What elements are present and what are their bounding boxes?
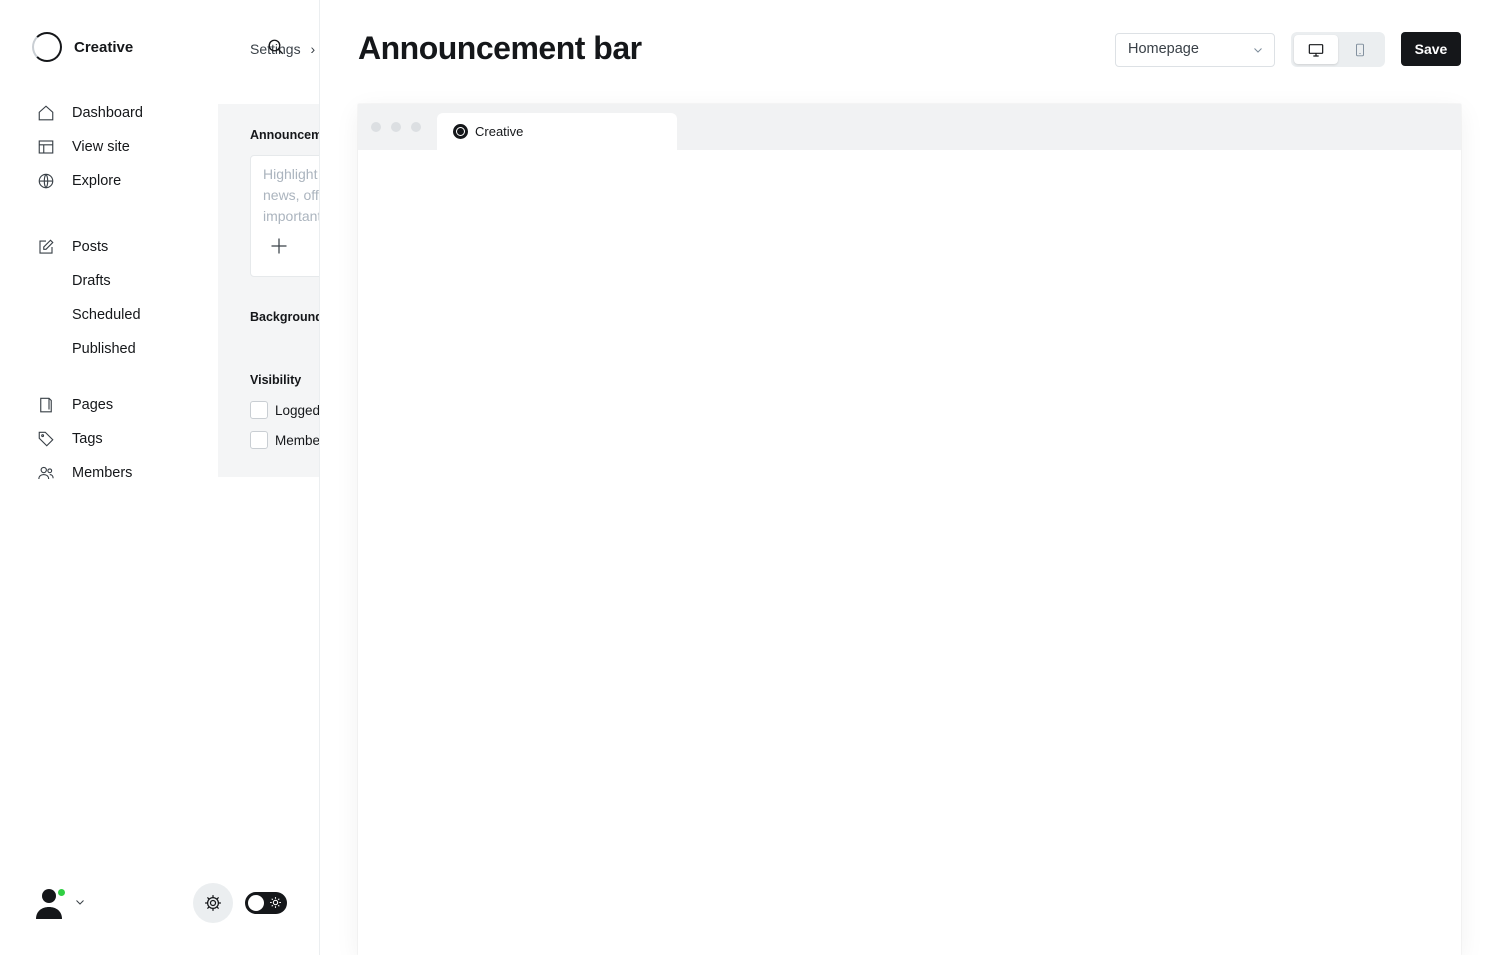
checkbox-label: Logged out visitors [275, 402, 319, 418]
page-icon [36, 395, 56, 415]
toggle-knob [248, 895, 264, 911]
sidebar-item-label: Pages [72, 397, 114, 413]
checkbox[interactable] [250, 431, 268, 449]
window-dot [391, 122, 401, 132]
page-title: Announcement bar [358, 30, 642, 66]
mobile-preview-button[interactable] [1338, 35, 1382, 64]
avatar[interactable] [32, 885, 67, 921]
checkbox-label: Members [275, 432, 319, 448]
settings-panel: Announcement Highlight breaking news, of… [218, 104, 319, 477]
background-label: Background [250, 310, 319, 324]
sidebar-item-label: Dashboard [72, 105, 143, 121]
chevron-down-icon[interactable] [74, 895, 86, 913]
sun-icon [269, 896, 282, 914]
sidebar-item-drafts[interactable]: Drafts [36, 264, 216, 298]
desktop-preview-button[interactable] [1294, 35, 1338, 64]
sidebar-item-members[interactable]: Members [36, 456, 216, 490]
online-status-dot [56, 887, 67, 898]
sidebar-footer [32, 883, 292, 923]
sidebar-item-label: Members [72, 465, 133, 481]
sidebar-item-scheduled[interactable]: Scheduled [36, 298, 216, 332]
preview-tab: Creative [437, 113, 677, 150]
home-icon [36, 103, 56, 123]
announcement-label: Announcement [250, 128, 319, 142]
sidebar-item-label: Posts [72, 239, 109, 255]
sidebar-item-label: Tags [72, 431, 103, 447]
visibility-label: Visibility [250, 373, 302, 387]
chevron-right-icon: › [310, 41, 316, 57]
sidebar-item-label: Drafts [72, 273, 111, 289]
brand-name: Creative [74, 38, 134, 56]
chevron-down-icon [1252, 44, 1264, 60]
sidebar-item-pages[interactable]: Pages [36, 388, 216, 422]
sidebar-item-tags[interactable]: Tags [36, 422, 216, 456]
search-icon[interactable] [267, 38, 285, 56]
visibility-option-logged-out[interactable]: Logged out visitors [250, 401, 319, 419]
brand-logo [32, 32, 62, 62]
sidebar-item-dashboard[interactable]: Dashboard [36, 96, 216, 130]
desktop-icon [1308, 43, 1324, 57]
plus-icon[interactable] [269, 236, 289, 261]
sidebar-nav: Dashboard View site Explore Posts Drafts… [36, 96, 216, 490]
sidebar-item-label: View site [72, 139, 130, 155]
sidebar-item-label: Scheduled [72, 307, 141, 323]
sidebar-item-label: Explore [72, 173, 122, 189]
nav-gap [36, 366, 216, 388]
layout-icon [36, 137, 56, 157]
members-icon [36, 463, 56, 483]
save-button[interactable]: Save [1401, 32, 1461, 66]
site-preview[interactable]: Creative [358, 104, 1461, 955]
page-select-value: Homepage [1128, 41, 1199, 57]
sidebar-item-view-site[interactable]: View site [36, 130, 216, 164]
globe-icon [36, 171, 56, 191]
edit-icon [36, 237, 56, 257]
settings-button[interactable] [193, 883, 233, 923]
tag-icon [36, 429, 56, 449]
preview-browser-bar: Creative [358, 104, 1461, 150]
preview-tab-title: Creative [475, 124, 524, 139]
gear-icon [205, 895, 221, 911]
nav-gap [36, 198, 216, 230]
sidebar-item-published[interactable]: Published [36, 332, 216, 366]
checkbox[interactable] [250, 401, 268, 419]
window-dot [411, 122, 421, 132]
device-toggle [1291, 32, 1385, 67]
theme-toggle[interactable] [245, 892, 287, 914]
sidebar-item-posts[interactable]: Posts [36, 230, 216, 264]
announcement-placeholder: Highlight breaking news, offers or impor… [263, 166, 319, 224]
announcement-editor[interactable]: Highlight breaking news, offers or impor… [250, 155, 319, 277]
sidebar-item-explore[interactable]: Explore [36, 164, 216, 198]
page-select[interactable]: Homepage [1115, 33, 1275, 67]
site-favicon-icon [453, 124, 468, 139]
visibility-option-members[interactable]: Members [250, 431, 319, 449]
mobile-icon [1356, 43, 1364, 56]
brand[interactable]: Creative [32, 32, 133, 62]
sidebar-item-label: Published [72, 341, 136, 357]
window-dot [371, 122, 381, 132]
sidebar: Creative Dashboard View site Explore Pos… [0, 0, 320, 955]
